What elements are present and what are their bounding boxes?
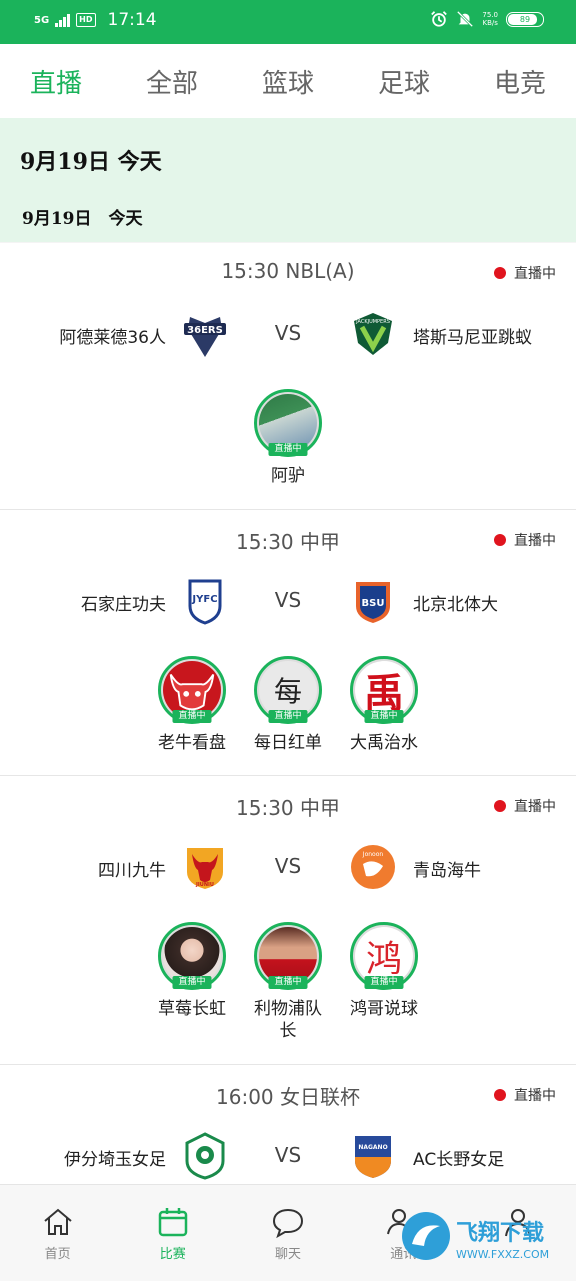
avatar: 直播中 (254, 922, 322, 990)
svg-text:JIUNIU: JIUNIU (195, 882, 214, 888)
svg-text:Jonoon: Jonoon (362, 851, 384, 858)
match-card[interactable]: 15:30 中甲 直播中 石家庄功夫 JYFC VS BSU 北京北体大 直播中… (0, 510, 576, 776)
mute-bell-icon (457, 10, 474, 28)
live-status: 直播中 (494, 530, 556, 550)
away-team-name: 青岛海牛 (413, 861, 481, 881)
match-time-league: 15:30 中甲 (236, 796, 340, 820)
nav-chat[interactable]: 聊天 (230, 1185, 345, 1281)
net-speed: 75.0 KB/s (482, 11, 498, 27)
away-team-name: 塔斯马尼亚跳蚁 (413, 328, 532, 348)
anchor-item[interactable]: 禹 直播中 大禹治水 (348, 656, 420, 754)
hd-badge: HD (76, 13, 96, 27)
anchor-name: 老牛看盘 (158, 733, 226, 753)
anchor-item[interactable]: 直播中 老牛看盘 (156, 656, 228, 754)
watermark-logo: 飞翔下载 WWW.FXXZ.COM (402, 1212, 549, 1261)
anchor-name: 鸿哥说球 (350, 999, 418, 1019)
live-badge: 直播中 (268, 710, 308, 723)
live-status: 直播中 (494, 796, 556, 816)
match-card[interactable]: 15:30 中甲 直播中 四川九牛 JIUNIU VS Jonoon 青岛海牛 … (0, 776, 576, 1065)
anchor-item[interactable]: 每 直播中 每日红单 (252, 656, 324, 754)
anchor-list: 直播中 阿驴 (0, 389, 576, 487)
live-dot-icon (494, 800, 506, 812)
away-team-name: AC长野女足 (413, 1150, 505, 1170)
anchor-list: 直播中 老牛看盘 每 直播中 每日红单 禹 直播中 大禹治水 (0, 656, 576, 754)
away-team-name: 北京北体大 (413, 595, 498, 615)
live-status: 直播中 (494, 263, 556, 283)
live-badge: 直播中 (172, 710, 212, 723)
status-time: 17:14 (107, 10, 157, 30)
nav-matches[interactable]: 比赛 (115, 1185, 230, 1281)
chat-icon (272, 1208, 304, 1239)
anchor-name: 大禹治水 (350, 733, 418, 753)
away-team-logo: Jonoon (351, 845, 395, 889)
away-team-logo: NAGANO (355, 1136, 391, 1178)
live-badge: 直播中 (364, 976, 404, 989)
avatar: 禹 直播中 (350, 656, 418, 724)
match-time-league: 15:30 中甲 (236, 530, 340, 554)
anchor-item[interactable]: 鸿 直播中 鸿哥说球 (348, 922, 420, 1042)
match-time-league: 15:30 NBL(A) (221, 259, 355, 283)
avatar: 每 直播中 (254, 656, 322, 724)
live-dot-icon (494, 1089, 506, 1101)
vs-label: VS (274, 854, 302, 878)
anchor-name: 每日红单 (254, 733, 322, 753)
live-badge: 直播中 (172, 976, 212, 989)
signal-icon (55, 13, 71, 27)
battery-icon: 89 (506, 11, 544, 27)
svg-text:BSU: BSU (362, 598, 385, 609)
svg-text:飞翔下载: 飞翔下载 (456, 1220, 544, 1246)
tab-esports[interactable]: 电竞 (494, 63, 546, 100)
date-subtitle: 9月19日 今天 (22, 209, 143, 229)
network-label: 5G (34, 14, 50, 26)
away-team-logo: BSU (356, 582, 390, 623)
alarm-icon (431, 11, 448, 27)
tab-live[interactable]: 直播 (30, 63, 82, 100)
live-dot-icon (494, 267, 506, 279)
anchor-item[interactable]: 直播中 利物浦队长 (252, 922, 324, 1042)
date-title: 9月19日 今天 (20, 149, 162, 175)
live-status: 直播中 (494, 1085, 556, 1105)
calendar-icon (158, 1208, 188, 1237)
svg-text:NAGANO: NAGANO (358, 1144, 387, 1151)
match-card[interactable]: 16:00 女日联杯 直播中 伊分埼玉女足 VS NAGANO AC长野女足 (0, 1065, 576, 1185)
away-team-logo: JACKJUMPERS (354, 313, 392, 355)
avatar: 鸿 直播中 (350, 922, 418, 990)
tab-all[interactable]: 全部 (146, 63, 198, 100)
anchor-item[interactable]: 直播中 草莓长虹 (156, 922, 228, 1042)
home-icon (43, 1208, 72, 1235)
tab-basketball[interactable]: 篮球 (262, 63, 314, 100)
match-card[interactable]: 15:30 NBL(A) 直播中 阿德莱德36人 36ERS VS JACKJU… (0, 243, 576, 510)
avatar: 直播中 (158, 922, 226, 990)
svg-text:WWW.FXXZ.COM: WWW.FXXZ.COM (456, 1248, 549, 1261)
svg-text:JACKJUMPERS: JACKJUMPERS (355, 319, 390, 325)
live-badge: 直播中 (268, 443, 308, 456)
avatar: 直播中 (158, 656, 226, 724)
anchor-name: 利物浦队长 (254, 999, 322, 1041)
anchor-item[interactable]: 直播中 阿驴 (252, 389, 324, 487)
category-tabs: 直播 全部 篮球 足球 电竞 (0, 44, 576, 118)
anchor-list: 直播中 草莓长虹 直播中 利物浦队长 鸿 直播中 鸿哥说球 (0, 922, 576, 1042)
avatar: 直播中 (254, 389, 322, 457)
tab-football[interactable]: 足球 (378, 63, 430, 100)
live-dot-icon (494, 534, 506, 546)
date-banner: 9月19日 今天 9月19日 今天 (0, 118, 576, 242)
anchor-name: 阿驴 (271, 466, 305, 486)
live-badge: 直播中 (364, 710, 404, 723)
match-time-league: 16:00 女日联杯 (216, 1085, 360, 1109)
live-badge: 直播中 (268, 976, 308, 989)
anchor-name: 草莓长虹 (158, 999, 226, 1019)
nav-home[interactable]: 首页 (0, 1185, 115, 1281)
status-bar: 5G HD 17:14 75.0 KB/s 89 (0, 0, 576, 44)
